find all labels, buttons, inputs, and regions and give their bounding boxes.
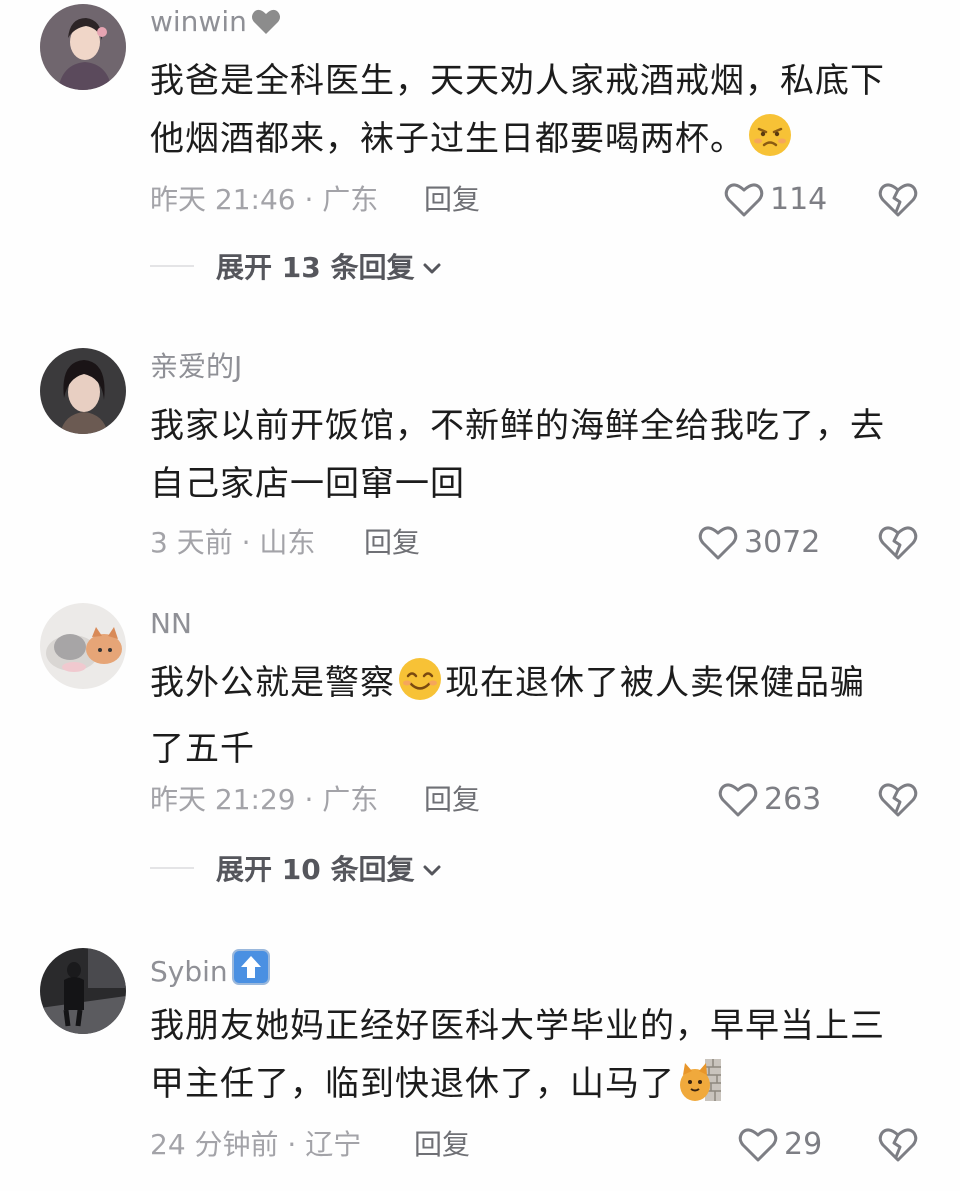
- broken-heart-icon[interactable]: [878, 1127, 918, 1167]
- expand-replies-button[interactable]: 展开 10 条回复: [150, 848, 442, 888]
- heart-outline-icon: [718, 783, 758, 817]
- like-count: 114: [770, 182, 828, 217]
- smiling-face-emoji-icon: [397, 656, 443, 720]
- heart-outline-icon: [738, 1128, 778, 1162]
- username-text[interactable]: Sybin: [150, 955, 228, 988]
- like-button[interactable]: 3072: [698, 523, 820, 563]
- comment-line: 了五千: [150, 729, 255, 769]
- avatar[interactable]: [40, 4, 126, 90]
- expand-replies-button[interactable]: 展开 13 条回复: [150, 246, 442, 286]
- divider-line: [150, 265, 194, 267]
- chevron-down-icon: [422, 250, 442, 283]
- avatar[interactable]: [40, 348, 126, 434]
- comment-text: 我外公就是警察 现在退休了被人卖保健品骗 了五千: [150, 654, 920, 778]
- like-button[interactable]: 263: [718, 780, 821, 820]
- reply-button[interactable]: 回复: [414, 1125, 470, 1165]
- frowning-face-emoji-icon: [747, 112, 793, 176]
- username[interactable]: Sybin: [150, 949, 270, 994]
- comment-time-location: 3 天前 · 山东: [150, 526, 316, 559]
- comment-line: 我家以前开饭馆，不新鲜的海鲜全给我吃了，去: [150, 406, 885, 446]
- username[interactable]: 亲爱的J: [150, 349, 242, 385]
- expand-replies-label: 展开 13 条回复: [216, 251, 415, 284]
- broken-heart-icon[interactable]: [878, 525, 918, 565]
- up-arrow-badge-icon: [231, 949, 270, 994]
- comment-time-location: 昨天 21:29 · 广东: [150, 783, 379, 816]
- comment-text: 我家以前开饭馆，不新鲜的海鲜全给我吃了，去 自己家店一回窜一回: [150, 397, 920, 513]
- like-count: 3072: [744, 525, 821, 560]
- username[interactable]: NN: [150, 606, 192, 642]
- comment-line: 他烟酒都来，袜子过生日都要喝两杯。: [150, 110, 920, 176]
- avatar[interactable]: [40, 603, 126, 689]
- comment-line: 甲主任了，临到快退休了，山马了: [150, 1055, 920, 1121]
- comment-time-location: 24 分钟前 · 辽宁: [150, 1128, 362, 1161]
- broken-heart-icon[interactable]: [878, 182, 918, 222]
- comment-text: 我爸是全科医生，天天劝人家戒酒戒烟，私底下 他烟酒都来，袜子过生日都要喝两杯。: [150, 52, 920, 176]
- comment-line: 我爸是全科医生，天天劝人家戒酒戒烟，私底下: [150, 61, 885, 101]
- comment-line: 我朋友她妈正经好医科大学毕业的，早早当上三: [150, 1006, 885, 1046]
- broken-heart-icon[interactable]: [878, 782, 918, 822]
- like-button[interactable]: 29: [738, 1125, 822, 1165]
- reply-button[interactable]: 回复: [424, 180, 480, 220]
- divider-line: [150, 867, 194, 869]
- grey-heart-icon: [251, 7, 281, 44]
- comment-line-text: 他烟酒都来，袜子过生日都要喝两杯。: [150, 119, 745, 159]
- expand-replies-label: 展开 10 条回复: [216, 853, 415, 886]
- comment-line: 我外公就是警察 现在退休了被人卖保健品骗: [150, 654, 920, 720]
- heart-outline-icon: [698, 526, 738, 560]
- comment-line-text: 甲主任了，临到快退休了，山马了: [150, 1064, 675, 1104]
- comment-line: 自己家店一回窜一回: [150, 464, 465, 504]
- reply-button[interactable]: 回复: [424, 780, 480, 820]
- like-button[interactable]: 114: [724, 180, 827, 220]
- avatar[interactable]: [40, 948, 126, 1034]
- username-text[interactable]: winwin: [150, 5, 247, 38]
- comment-line-text: 现在退休了被人卖保健品骗: [445, 663, 865, 703]
- cat-wall-emoji-icon: [677, 1057, 723, 1121]
- username[interactable]: winwin: [150, 4, 281, 44]
- reply-button[interactable]: 回复: [364, 523, 420, 563]
- chevron-down-icon: [422, 852, 442, 885]
- comment-time-location: 昨天 21:46 · 广东: [150, 183, 379, 216]
- comment-line-text: 我外公就是警察: [150, 663, 395, 703]
- heart-outline-icon: [724, 183, 764, 217]
- comment-text: 我朋友她妈正经好医科大学毕业的，早早当上三 甲主任了，临到快退休了，山马了: [150, 997, 920, 1121]
- like-count: 29: [784, 1127, 823, 1162]
- like-count: 263: [764, 782, 822, 817]
